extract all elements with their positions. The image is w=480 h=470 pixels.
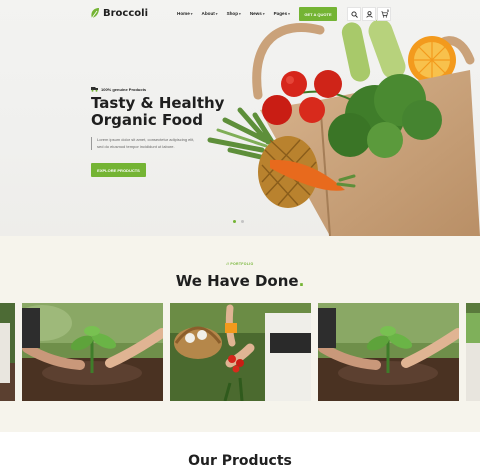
nav-home[interactable]: Home ▾ [177, 11, 193, 16]
chevron-down-icon: ▾ [215, 11, 218, 16]
main-nav: Home▾ About▾ Shop▾ News▾ Pages▾ Contact [177, 11, 316, 16]
hero-title: Tasty & Healthy Organic Food [91, 95, 291, 129]
portfolio-section: // PORTFOLIO We Have Done. [0, 236, 480, 432]
leaf-logo-icon [91, 8, 99, 19]
hero-title-line1: Tasty & Healthy [91, 94, 225, 112]
search-button[interactable] [347, 7, 361, 21]
nav-news[interactable]: News ▾ [250, 11, 265, 16]
site-header: Broccoli Home ▾ About ▾ Shop ▾ News ▾ Pages ▾… [0, 0, 480, 30]
nav-shop-label: Shop [226, 11, 239, 16]
harvesting-tomatoes-photo [170, 303, 311, 401]
chevron-down-icon: ▾ [288, 11, 290, 16]
planting-seedling-photo-2 [318, 303, 459, 401]
portfolio-item[interactable] [318, 303, 459, 401]
explore-products-button[interactable]: EXPLORE PRODUCTS [91, 163, 146, 177]
brand-name: Broccoli [103, 7, 149, 19]
portfolio-item[interactable] [0, 303, 15, 401]
nav-about[interactable]: About ▾ [202, 11, 218, 16]
nav-pages-label: Pages [273, 11, 288, 16]
portfolio-item[interactable] [22, 303, 163, 401]
chevron-down-icon: ▾ [262, 11, 265, 16]
nav-pages[interactable]: Pages ▾ [274, 11, 290, 16]
nav-news-label: News [249, 11, 262, 16]
planting-seedling-photo [22, 303, 163, 401]
hero-badge: 100% genuine Products [91, 86, 146, 92]
portfolio-title: We Have Done. [0, 272, 480, 290]
account-button[interactable] [362, 7, 376, 21]
products-section: Our Products [0, 432, 480, 470]
logo[interactable]: Broccoli [90, 7, 148, 19]
hero-description: Lorem ipsum dolor sit amet, consectetur … [91, 137, 201, 150]
portfolio-title-dot: . [298, 272, 305, 290]
hero-section: 100% genuine Products Tasty & Healthy Or… [0, 0, 480, 236]
nav-home-label: Home [177, 11, 190, 16]
chevron-down-icon: ▾ [190, 11, 193, 16]
portfolio-gallery [0, 303, 480, 401]
nav-shop[interactable]: Shop ▾ [227, 11, 241, 16]
get-a-quote-button[interactable]: GET A QUOTE [299, 7, 337, 21]
farm-truck-icon [91, 87, 98, 92]
hero-title-line2: Organic Food [91, 111, 203, 129]
portfolio-title-text: We Have Done [175, 272, 299, 290]
user-icon [365, 10, 373, 18]
gardening-photo [466, 303, 480, 401]
nav-about-label: About [201, 11, 215, 16]
products-title: Our Products [188, 453, 292, 469]
slider-dot-1[interactable] [233, 220, 236, 223]
cart-button[interactable]: 0 [377, 7, 391, 21]
portfolio-item[interactable] [466, 303, 480, 401]
hero-badge-text: 100% genuine Products [101, 86, 147, 92]
slider-dots [233, 220, 244, 223]
chevron-down-icon: ▾ [239, 11, 241, 16]
portfolio-item[interactable] [170, 303, 311, 401]
slider-dot-2[interactable] [241, 220, 244, 223]
portfolio-kicker: // PORTFOLIO [226, 262, 254, 266]
search-icon [350, 10, 358, 18]
planting-photo [0, 303, 15, 401]
cart-count-badge: 0 [387, 9, 389, 13]
